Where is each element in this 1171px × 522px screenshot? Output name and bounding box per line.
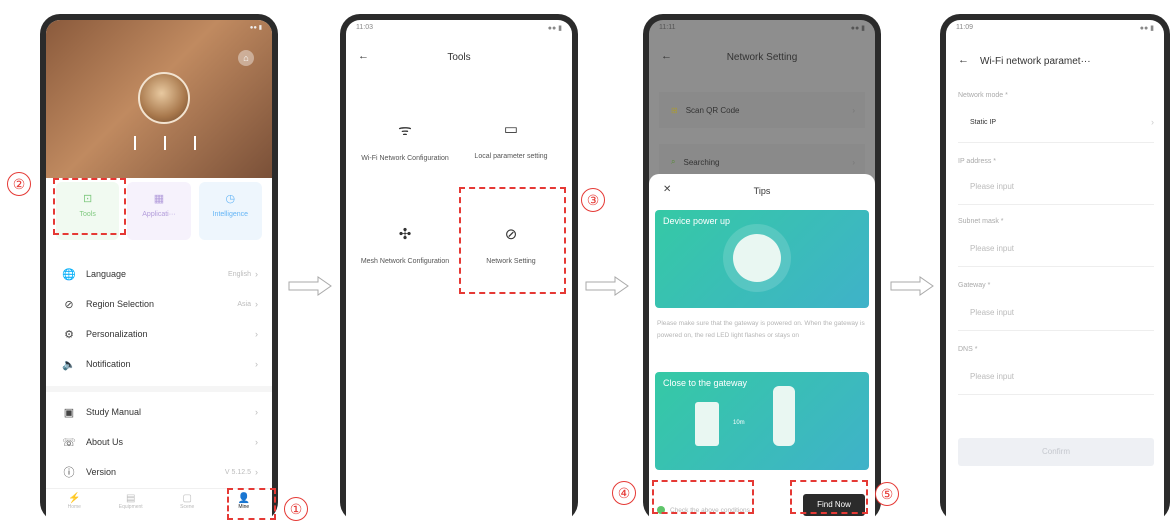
tips-title: Tips — [753, 186, 771, 196]
subnet-mask-input[interactable]: Please input — [970, 244, 1014, 253]
highlight-tools — [53, 178, 126, 235]
phone-wifi-params-screen: 11:09 ●● ▮ ← Wi-Fi network paramet··· Net… — [940, 14, 1170, 522]
chevron-right-icon: › — [255, 269, 258, 279]
divider — [958, 204, 1154, 205]
ip-address-input[interactable]: Please input — [970, 182, 1014, 191]
globe-icon: 🌐 — [62, 268, 76, 281]
flow-arrow-right-icon — [288, 276, 332, 296]
card-device-power: Device power up — [655, 210, 869, 308]
chevron-right-icon: › — [852, 105, 855, 115]
nav-equipment[interactable]: ▤ Equipment — [103, 489, 160, 522]
highlight-mine — [227, 488, 276, 520]
highlight-network-setting — [459, 187, 566, 294]
status-bar: 11:03 ●● ▮ — [356, 24, 562, 32]
profile-header: ●● ▮ ⌂ — [46, 20, 272, 178]
divider — [46, 386, 272, 392]
menu-personalization[interactable]: ⚙ Personalization › — [62, 324, 258, 344]
phone-icon: ☏ — [62, 436, 76, 449]
avatar[interactable] — [138, 72, 190, 124]
menu-about-us[interactable]: ☏ About Us › — [62, 432, 258, 452]
tab-applications[interactable]: ▦ Applicati··· — [127, 182, 191, 240]
mesh-icon: ✣ — [398, 226, 412, 243]
confirm-button[interactable]: Confirm — [958, 438, 1154, 466]
mine-screen: ●● ▮ ⌂ ⊡ Tools ▦ Applicati··· ◷ Intellig… — [46, 20, 272, 522]
menu-language[interactable]: 🌐 Language English › — [62, 264, 258, 284]
dns-input[interactable]: Please input — [970, 372, 1014, 381]
nav-home[interactable]: ⚡ Home — [46, 489, 103, 522]
search-icon: ⌕ — [671, 157, 676, 166]
intelligence-icon: ◷ — [225, 193, 236, 205]
back-icon[interactable]: ← — [958, 54, 969, 66]
status-bar: 11:11 ●● ▮ — [659, 24, 865, 32]
highlight-find-now — [790, 480, 868, 514]
divider — [958, 394, 1154, 395]
home-icon: ⚡ — [68, 493, 81, 504]
chevron-right-icon: › — [255, 407, 258, 417]
qr-icon: ⊞ — [671, 105, 678, 115]
menu-region[interactable]: ⊘ Region Selection Asia › — [62, 294, 258, 314]
phone-mine-screen: ●● ▮ ⌂ ⊡ Tools ▦ Applicati··· ◷ Intellig… — [40, 14, 278, 522]
network-setting-screen: 11:11 ●● ▮ ← Network Setting ⊞ Scan QR Cod… — [649, 20, 875, 522]
step-3: ③ — [581, 188, 605, 212]
highlight-check-conditions — [652, 480, 754, 514]
region-icon: ⊘ — [64, 298, 74, 311]
wifi-params-screen: 11:09 ●● ▮ ← Wi-Fi network paramet··· Net… — [946, 20, 1164, 522]
gateway-input[interactable]: Please input — [970, 308, 1014, 317]
divider — [958, 266, 1154, 267]
divider — [958, 142, 1154, 143]
chevron-right-icon: › — [1151, 117, 1154, 127]
device-icon: ▭ — [503, 121, 519, 138]
chevron-right-icon: › — [852, 157, 855, 167]
gateway-device-icon — [733, 234, 781, 282]
bell-icon[interactable]: ⌂ — [238, 50, 254, 66]
chevron-right-icon: › — [255, 437, 258, 447]
manual-icon: ▣ — [63, 406, 75, 419]
speaker-icon: 🔈 — [62, 358, 76, 371]
equipment-icon: ▤ — [126, 493, 136, 504]
step-5: ⑤ — [875, 482, 899, 506]
page-title: Tools — [447, 52, 471, 63]
status-bar: 11:09 ●● ▮ — [956, 24, 1154, 32]
apps-icon: ▦ — [153, 193, 165, 205]
tool-wifi-config[interactable]: ᯤ Wi-Fi Network Configuration — [360, 120, 450, 164]
flow-arrow-right-icon — [890, 276, 934, 296]
divider — [958, 330, 1154, 331]
menu-version[interactable]: ⓘ Version V 5.12.5 › — [62, 462, 259, 482]
menu-notification[interactable]: 🔈 Notification › — [62, 354, 258, 374]
menu-study-manual[interactable]: ▣ Study Manual › — [62, 402, 258, 422]
scene-icon: ▢ — [182, 493, 192, 504]
wifi-icon: ᯤ — [398, 122, 412, 139]
network-mode-select[interactable]: Static IP › — [958, 112, 1154, 132]
tips-sheet: ✕ Tips Device power up Please make sure … — [649, 174, 875, 522]
chevron-right-icon: › — [255, 359, 258, 369]
gear-icon: ⚙ — [64, 328, 74, 341]
info-icon: ⓘ — [63, 467, 75, 479]
step-1: ① — [284, 497, 308, 521]
card-close-to-gateway: Close to the gateway 10m — [655, 372, 869, 470]
step-2: ② — [7, 172, 31, 196]
tab-intelligence[interactable]: ◷ Intelligence — [198, 182, 262, 240]
chevron-right-icon: › — [255, 329, 258, 339]
page-title: Wi-Fi network paramet··· — [980, 56, 1091, 67]
tool-mesh-network[interactable]: ✣ Mesh Network Configuration — [360, 225, 450, 267]
flow-arrow-right-icon — [585, 276, 629, 296]
tip-text: Please make sure that the gateway is pow… — [657, 320, 865, 339]
chevron-right-icon: › — [255, 299, 258, 309]
tool-local-parameter[interactable]: ▭ Local parameter setting — [466, 120, 556, 162]
stat-bars — [134, 136, 196, 150]
gateway-icon — [773, 386, 795, 446]
nav-scene[interactable]: ▢ Scene — [159, 489, 216, 522]
step-4: ④ — [612, 481, 636, 505]
scan-qr-row[interactable]: ⊞ Scan QR Code › — [659, 92, 865, 128]
phone-device-icon — [695, 402, 719, 446]
page-title: Network Setting — [726, 52, 798, 63]
chevron-right-icon: › — [255, 467, 258, 477]
phone-network-setting-screen: 11:11 ●● ▮ ← Network Setting ⊞ Scan QR Cod… — [643, 14, 881, 522]
